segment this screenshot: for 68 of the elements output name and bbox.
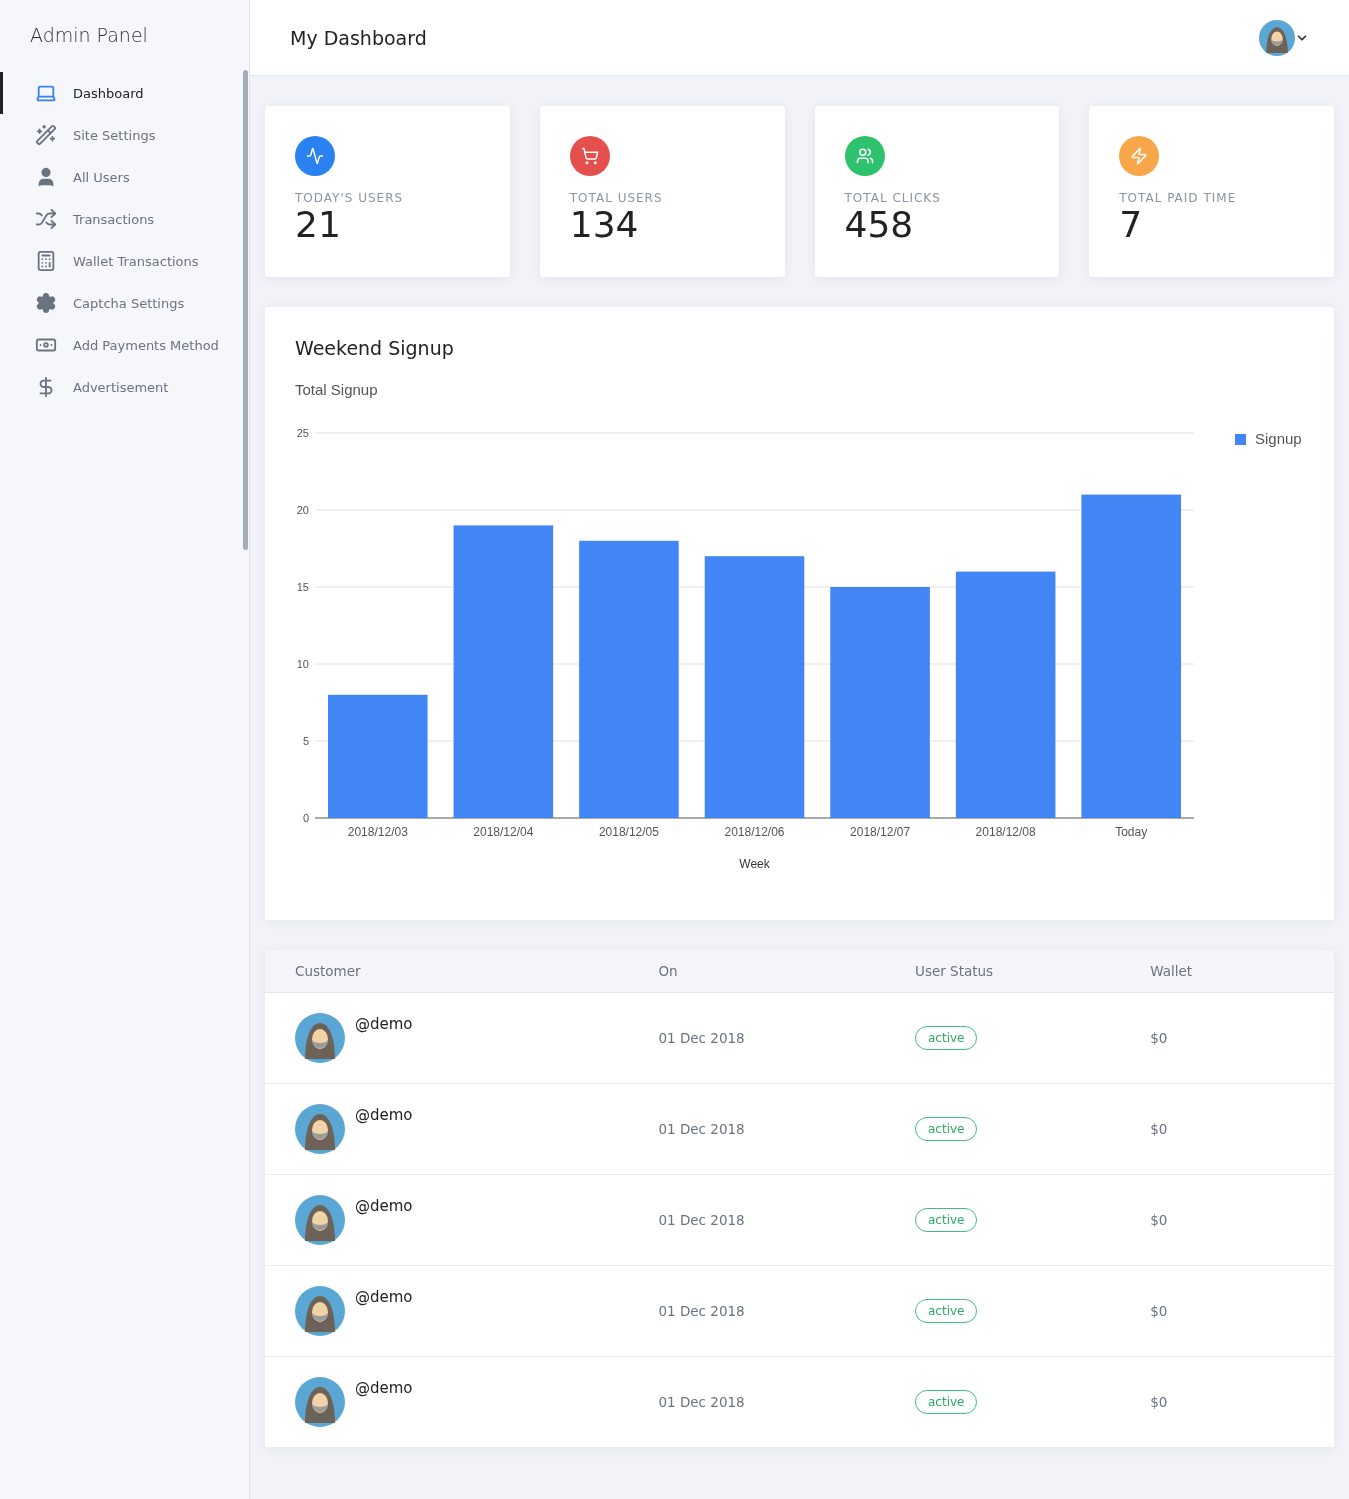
date-cell: 01 Dec 2018 (628, 1174, 885, 1266)
nav-item[interactable]: Wallet Transactions (0, 240, 249, 282)
stat-label: TOTAL PAID TIME (1119, 191, 1238, 205)
stat-label: TOTAL CLICKS (844, 191, 942, 205)
x-tick-label: 2018/12/06 (724, 825, 785, 839)
brand-title: Admin Panel (29, 23, 149, 48)
stat-value: 7 (1119, 205, 1144, 245)
column-header: User Status (885, 950, 1121, 993)
card-title: Weekend Signup (295, 337, 455, 359)
x-tick-label: 2018/12/07 (850, 825, 911, 839)
customer-handle: @demo (355, 1015, 413, 1033)
chart-title: Total Signup (295, 381, 379, 398)
users-icon (855, 147, 874, 165)
x-tick-label: 2018/12/03 (347, 825, 408, 839)
avatar (295, 1104, 345, 1154)
avatar (295, 1013, 345, 1063)
nav-item[interactable]: Transactions (0, 198, 249, 240)
stat-label: TODAY'S USERS (295, 191, 405, 205)
customer-handle: @demo (355, 1106, 413, 1124)
wallet-cell: $0 (1120, 1265, 1334, 1357)
user-menu[interactable] (1259, 19, 1309, 56)
x-tick-label: 2018/12/08 (975, 825, 1036, 839)
date-cell: 01 Dec 2018 (628, 992, 885, 1084)
column-header: Customer (265, 950, 629, 993)
scrollbar[interactable] (243, 70, 248, 550)
y-tick-label: 20 (296, 504, 309, 516)
calculator-icon (35, 250, 57, 272)
date-cell: 01 Dec 2018 (628, 1083, 885, 1175)
customer-handle: @demo (355, 1379, 413, 1397)
column-header: On (628, 950, 885, 993)
y-tick-label: 0 (302, 812, 309, 824)
stat-label: TOTAL USERS (569, 191, 664, 205)
avatar (295, 1195, 345, 1245)
page-title: My Dashboard (290, 26, 427, 49)
stat-value: 21 (295, 205, 342, 245)
avatar (295, 1377, 345, 1427)
date-cell: 01 Dec 2018 (628, 1356, 885, 1448)
nav-item[interactable]: Advertisement (0, 366, 249, 408)
y-tick-label: 25 (296, 427, 309, 439)
legend-label: Signup (1255, 430, 1302, 447)
x-axis-title: Week (739, 857, 770, 871)
cart-icon (580, 147, 599, 165)
nav-item[interactable]: All Users (0, 156, 249, 198)
date-cell: 01 Dec 2018 (628, 1265, 885, 1357)
x-tick-label: 2018/12/05 (598, 825, 659, 839)
avatar (295, 1286, 345, 1336)
wallet-cell: $0 (1120, 1174, 1334, 1266)
x-tick-label: Today (1115, 825, 1148, 839)
y-tick-label: 5 (302, 735, 309, 747)
stat-value: 134 (569, 205, 640, 245)
customer-handle: @demo (355, 1288, 413, 1306)
y-tick-label: 10 (296, 658, 309, 670)
wallet-cell: $0 (1120, 992, 1334, 1084)
stat-value: 458 (844, 205, 915, 245)
pulse-icon (306, 147, 324, 165)
nav-item[interactable]: Site Settings (0, 114, 249, 156)
avatar (1259, 19, 1295, 56)
y-tick-label: 15 (296, 581, 309, 593)
nav-item[interactable]: Add Payments Method (0, 324, 249, 366)
x-tick-label: 2018/12/04 (473, 825, 534, 839)
shuffle-icon (35, 208, 57, 230)
lightning-icon (1130, 147, 1149, 165)
customer-handle: @demo (355, 1197, 413, 1215)
wallet-cell: $0 (1120, 1356, 1334, 1448)
wallet-cell: $0 (1120, 1083, 1334, 1175)
magic-wand-icon (35, 124, 57, 146)
column-header: Wallet (1120, 950, 1334, 993)
nav-item[interactable]: Captcha Settings (0, 282, 249, 324)
